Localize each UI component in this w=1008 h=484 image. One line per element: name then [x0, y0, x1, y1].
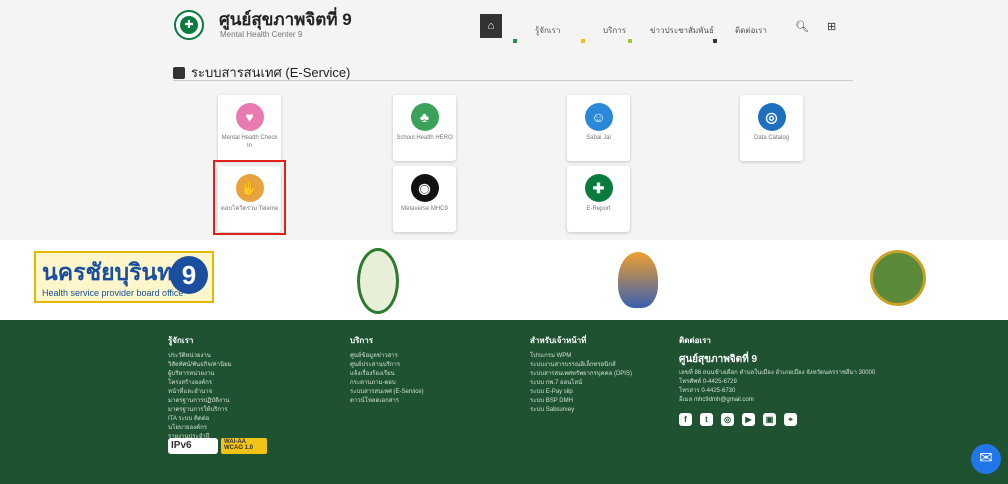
footer-link[interactable]: ระบบงานสารบรรณอิเล็กทรอนิกส์: [530, 361, 632, 370]
footer-link[interactable]: มาตรฐานการปฏิบัติงาน: [168, 397, 232, 406]
sitemap-icon[interactable]: ⊞: [827, 20, 836, 33]
social-icon[interactable]: t: [700, 413, 713, 426]
app-icon: ♥: [235, 103, 264, 131]
footer-link: อีเมล mhc9dmh@gmail.com: [679, 397, 754, 403]
social-icon[interactable]: f: [679, 413, 692, 426]
footer-col-contact: ติดต่อเรา ศูนย์สุขภาพจิตที่ 9 เลขที่ 86 …: [679, 334, 875, 426]
footer-link[interactable]: ศูนย์ข้อมูลข่าวสาร: [350, 352, 424, 361]
site-logo[interactable]: ✚: [174, 10, 204, 40]
partner-emblem-3[interactable]: [870, 250, 926, 306]
social-icon[interactable]: ▣: [763, 413, 776, 426]
wcag-badge[interactable]: WAI-AA WCAG 1.0: [221, 438, 267, 454]
footer-link[interactable]: หน้าที่และอำนาจ: [168, 388, 232, 397]
footer-col-staff: สำหรับเจ้าหน้าที่โปรแกรม WPM ระบบงานสารบร…: [530, 334, 632, 415]
footer-link[interactable]: ITA ระบบ ติดต่อ: [168, 415, 232, 424]
site-subtitle: Mental Health Center 9: [220, 30, 303, 39]
messenger-chat-icon[interactable]: ✉: [971, 444, 1001, 474]
footer-heading: รู้จักเรา: [168, 336, 194, 345]
chart-icon: [173, 66, 185, 79]
partner-emblem-2[interactable]: [618, 252, 658, 308]
board-number: 9: [170, 256, 208, 294]
nav-item[interactable]: บริการ: [603, 24, 626, 37]
footer-link[interactable]: กระดานถาม-ตอบ: [350, 379, 424, 388]
footer-link[interactable]: ระบบสารสนเทศทรัพยากรบุคคล (DPIS): [530, 370, 632, 379]
footer-link[interactable]: นโยบายองค์กร: [168, 424, 232, 433]
eservice-card[interactable]: ♥ Mental Health Check In: [218, 95, 281, 161]
board-title: นครชัยบุรินทร์: [42, 259, 185, 285]
nav-indicator: [513, 39, 517, 43]
nav-indicator: [581, 39, 585, 43]
footer-link: โทรสาร 0-4425-6730: [679, 388, 736, 394]
home-icon[interactable]: ⌂: [480, 14, 502, 38]
footer-link: โทรศัพท์ 0-4425-6729: [679, 379, 737, 385]
footer-heading: สำหรับเจ้าหน้าที่: [530, 336, 587, 345]
footer: รู้จักเราประวัติหน่วยงาน วิสัยทัศน์/พันธก…: [0, 320, 1008, 484]
eservice-card[interactable]: ◉ Metaverse MHC9: [393, 166, 456, 232]
social-icon[interactable]: ⌖: [784, 413, 797, 426]
nav-item[interactable]: รู้จักเรา: [535, 24, 560, 37]
footer-link[interactable]: วิสัยทัศน์/พันธกิจ/ค่านิยม: [168, 361, 232, 370]
footer-link: เลขที่ 86 ถนนช้างเผือก ตำบลในเมือง อำเภอ…: [679, 370, 876, 376]
nav-item[interactable]: ติดต่อเรา: [735, 24, 767, 37]
footer-link[interactable]: ระบบ BSP DMH: [530, 397, 632, 406]
app-icon: ☺: [584, 103, 613, 131]
card-label: School Health HERO: [396, 135, 453, 141]
app-icon: ◎: [757, 103, 786, 131]
ipv6-badge[interactable]: IPv6: [168, 438, 218, 454]
search-icon[interactable]: 🔍︎: [795, 20, 809, 33]
social-icon[interactable]: ◎: [721, 413, 734, 426]
eservice-card[interactable]: ♣ School Health HERO: [393, 95, 456, 161]
footer-link[interactable]: โครงสร้างองค์กร: [168, 379, 232, 388]
nav-indicator: [713, 39, 717, 43]
footer-link[interactable]: ระบบ Sabsurvey: [530, 406, 632, 415]
footer-col-about: รู้จักเราประวัติหน่วยงาน วิสัยทัศน์/พันธก…: [168, 334, 232, 442]
footer-link[interactable]: ประวัติหน่วยงาน: [168, 352, 232, 361]
card-label: E-Report: [586, 206, 611, 212]
footer-link[interactable]: โปรแกรม WPM: [530, 352, 632, 361]
footer-link[interactable]: แจ้งเรื่องร้องเรียน: [350, 370, 424, 379]
footer-link[interactable]: ระบบ กพ.7 ออนไลน์: [530, 379, 632, 388]
footer-link[interactable]: ระบบสารสนเทศ (E-Service): [350, 388, 424, 397]
footer-link[interactable]: ระบบ E-Pay slip: [530, 388, 632, 397]
board-subtitle: Health service provider board office: [42, 288, 184, 298]
footer-link[interactable]: ดาวน์โหลดเอกสาร: [350, 397, 424, 406]
card-label: Metaverse MHC9: [401, 206, 448, 212]
footer-link[interactable]: ศูนย์ประสานบริการ: [350, 361, 424, 370]
partner-emblem-1[interactable]: [357, 248, 399, 314]
highlight-box: [213, 160, 286, 235]
footer-org-name: ศูนย์สุขภาพจิตที่ 9: [679, 354, 758, 365]
footer-link[interactable]: ผู้บริหารหน่วยงาน: [168, 370, 232, 379]
footer-heading: ติดต่อเรา: [679, 336, 711, 345]
social-icon[interactable]: ▶: [742, 413, 755, 426]
card-label: Sabai Jai: [586, 135, 611, 141]
eservice-card[interactable]: ✚ E-Report: [567, 166, 630, 232]
card-label: Mental Health Check In: [221, 135, 278, 149]
site-header: ✚ ศูนย์สุขภาพจิตที่ 9 Mental Health Cent…: [0, 0, 1008, 46]
nav-indicator: [628, 39, 632, 43]
footer-col-services: บริการศูนย์ข้อมูลข่าวสาร ศูนย์ประสานบริกา…: [350, 334, 424, 406]
footer-link[interactable]: มาตรฐานการให้บริการ: [168, 406, 232, 415]
app-icon: ♣: [410, 103, 439, 131]
accessibility-badges: IPv6 WAI-AA WCAG 1.0: [168, 438, 267, 454]
site-title[interactable]: ศูนย์สุขภาพจิตที่ 9: [219, 6, 352, 33]
nav-item[interactable]: ข่าวประชาสัมพันธ์: [650, 24, 714, 37]
eservice-card[interactable]: ☺ Sabai Jai: [567, 95, 630, 161]
footer-heading: บริการ: [350, 336, 374, 345]
divider: [173, 80, 853, 81]
app-icon: ◉: [410, 174, 439, 202]
board-logo[interactable]: นครชัยบุรินทร์ Health service provider b…: [34, 251, 214, 303]
eservice-card[interactable]: ◎ Data Catalog: [740, 95, 803, 161]
card-label: Data Catalog: [753, 135, 790, 141]
app-icon: ✚: [584, 174, 613, 202]
